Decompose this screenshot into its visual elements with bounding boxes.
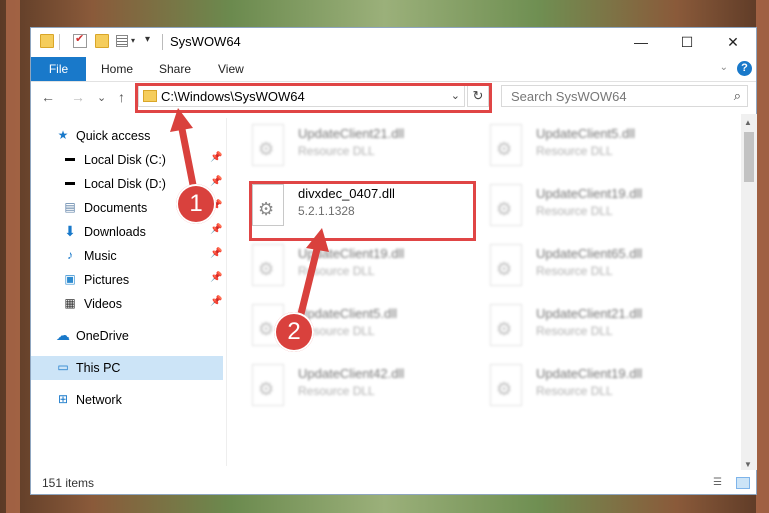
arrow-2-shaft xyxy=(296,241,322,322)
step-2-badge: 2 xyxy=(274,312,314,352)
arrow-2-head xyxy=(306,228,329,252)
annotation-arrows xyxy=(170,108,329,322)
arrow-1-head xyxy=(170,108,193,132)
step-1-badge: 1 xyxy=(176,184,216,224)
